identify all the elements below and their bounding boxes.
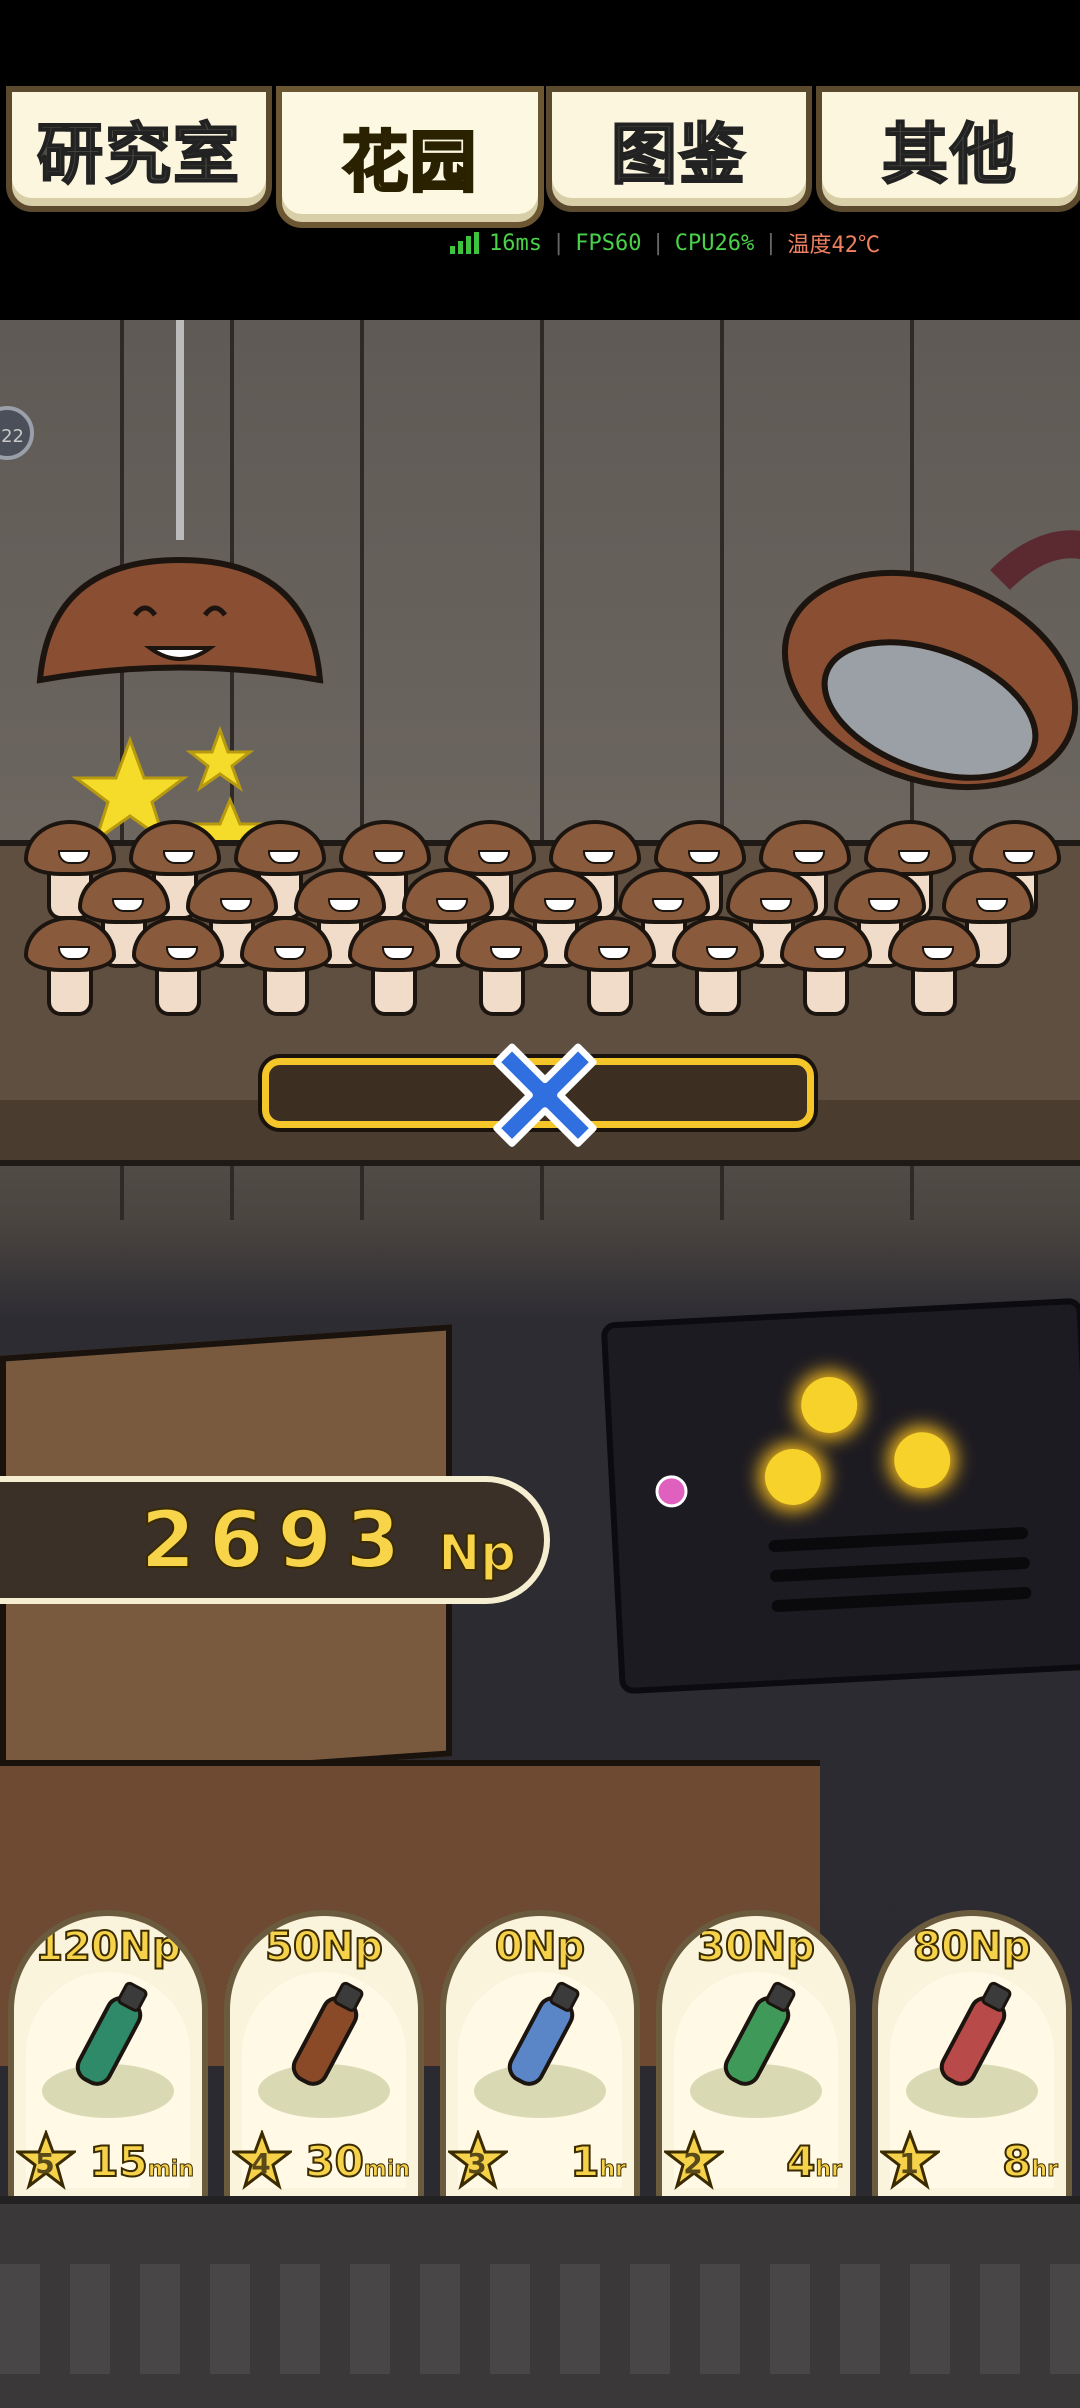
card-duration-value: 8 [1001,2136,1032,2187]
mushroom-sprite[interactable] [240,916,332,1016]
green-vial-icon [723,1981,796,2086]
machine-light [799,1375,859,1435]
card-duration-unit: min [363,2157,410,2183]
item-card-row: 120Np 5 15min 50Np 4 30min 0Np 3 1hr 30Np 2 4hr 80Np… [0,1910,1080,2200]
np-counter: 2693 Np [0,1476,550,1604]
card-price: 30Np [696,1923,816,1971]
tab-other-label: 其他 [881,115,1018,194]
card-duration: 1hr [569,2136,626,2187]
mushroom-sprite[interactable] [132,916,224,1016]
mushroom-field[interactable] [24,820,1064,1060]
card-duration-value: 1 [569,2136,600,2187]
indicator-light [654,1474,689,1509]
item-card[interactable]: 30Np 2 4hr [656,1910,856,2200]
card-duration-unit: hr [599,2157,626,2183]
tab-garden[interactable]: 花园 [276,86,544,228]
cologne-bottle-icon [75,1981,148,2086]
mushroom-sprite[interactable] [888,916,980,1016]
card-duration: 30min [304,2136,410,2187]
card-duration-value: 15 [88,2136,148,2187]
card-duration-unit: hr [1031,2157,1058,2183]
signal-icon [450,232,479,254]
card-duration-value: 4 [785,2136,816,2187]
cpu-text: CPU26% [674,230,755,256]
cancel-x-icon[interactable] [490,1038,600,1148]
side-badge[interactable]: 22 [0,406,34,460]
np-value: 2693 [140,1495,414,1587]
shower-head-icon[interactable] [780,510,1080,810]
lamp-cord [176,320,184,540]
brown-vial-icon [291,1981,364,2086]
mushroom-sprite[interactable] [24,916,116,1016]
card-star-level: 2 [683,2147,703,2180]
item-card[interactable]: 80Np 1 8hr [872,1910,1072,2200]
tab-encyclopedia[interactable]: 图鉴 [546,86,812,212]
card-star-level: 1 [899,2147,919,2180]
card-price: 120Np [34,1923,182,1971]
card-duration: 4hr [785,2136,842,2187]
card-duration: 15min [88,2136,194,2187]
card-duration-unit: hr [815,2157,842,2183]
item-card[interactable]: 0Np 3 1hr [440,1910,640,2200]
mushroom-machine[interactable] [600,1297,1080,1695]
mushroom-sprite[interactable] [348,916,440,1016]
performance-overlay: 16ms | FPS60 | CPU26% | 温度42℃ [450,228,880,258]
mushroom-sprite[interactable] [780,916,872,1016]
fps-text: FPS60 [575,230,642,256]
blue-vial-icon [507,1981,580,2086]
tab-other[interactable]: 其他 [816,86,1080,212]
top-tab-bar: 研究室 花园 图鉴 其他 16ms | FPS60 | CPU26% | 温度4… [0,0,1080,320]
card-star-level: 4 [251,2147,271,2180]
side-badge-label: 22 [1,426,24,447]
separator: | [764,230,778,256]
tab-lab[interactable]: 研究室 [6,86,272,212]
tab-lab-label: 研究室 [36,115,241,194]
latency-text: 16ms [489,230,542,256]
separator: | [651,230,665,256]
machine-light [892,1430,952,1490]
item-card[interactable]: 50Np 4 30min [224,1910,424,2200]
card-price: 80Np [912,1923,1032,1971]
card-price: 0Np [494,1923,586,1971]
card-star-level: 5 [35,2147,55,2180]
item-card[interactable]: 120Np 5 15min [8,1910,208,2200]
machine-light [763,1447,823,1507]
mushroom-sprite[interactable] [672,916,764,1016]
tab-encyclopedia-label: 图鉴 [610,115,747,194]
card-duration-unit: min [147,2157,194,2183]
np-unit: Np [437,1523,517,1583]
separator: | [551,230,566,256]
tab-garden-label: 花园 [341,123,478,203]
card-price: 50Np [264,1923,384,1971]
red-vial-icon [939,1981,1012,2086]
temperature-text: 温度42℃ [787,233,880,258]
mushroom-sprite[interactable] [456,916,548,1016]
mushroom-lamp-icon[interactable] [30,530,330,720]
card-duration: 8hr [1001,2136,1058,2187]
card-duration-value: 30 [304,2136,364,2187]
mushroom-sprite[interactable] [564,916,656,1016]
bottom-ornament-bar [0,2196,1080,2408]
card-star-level: 3 [467,2147,487,2180]
